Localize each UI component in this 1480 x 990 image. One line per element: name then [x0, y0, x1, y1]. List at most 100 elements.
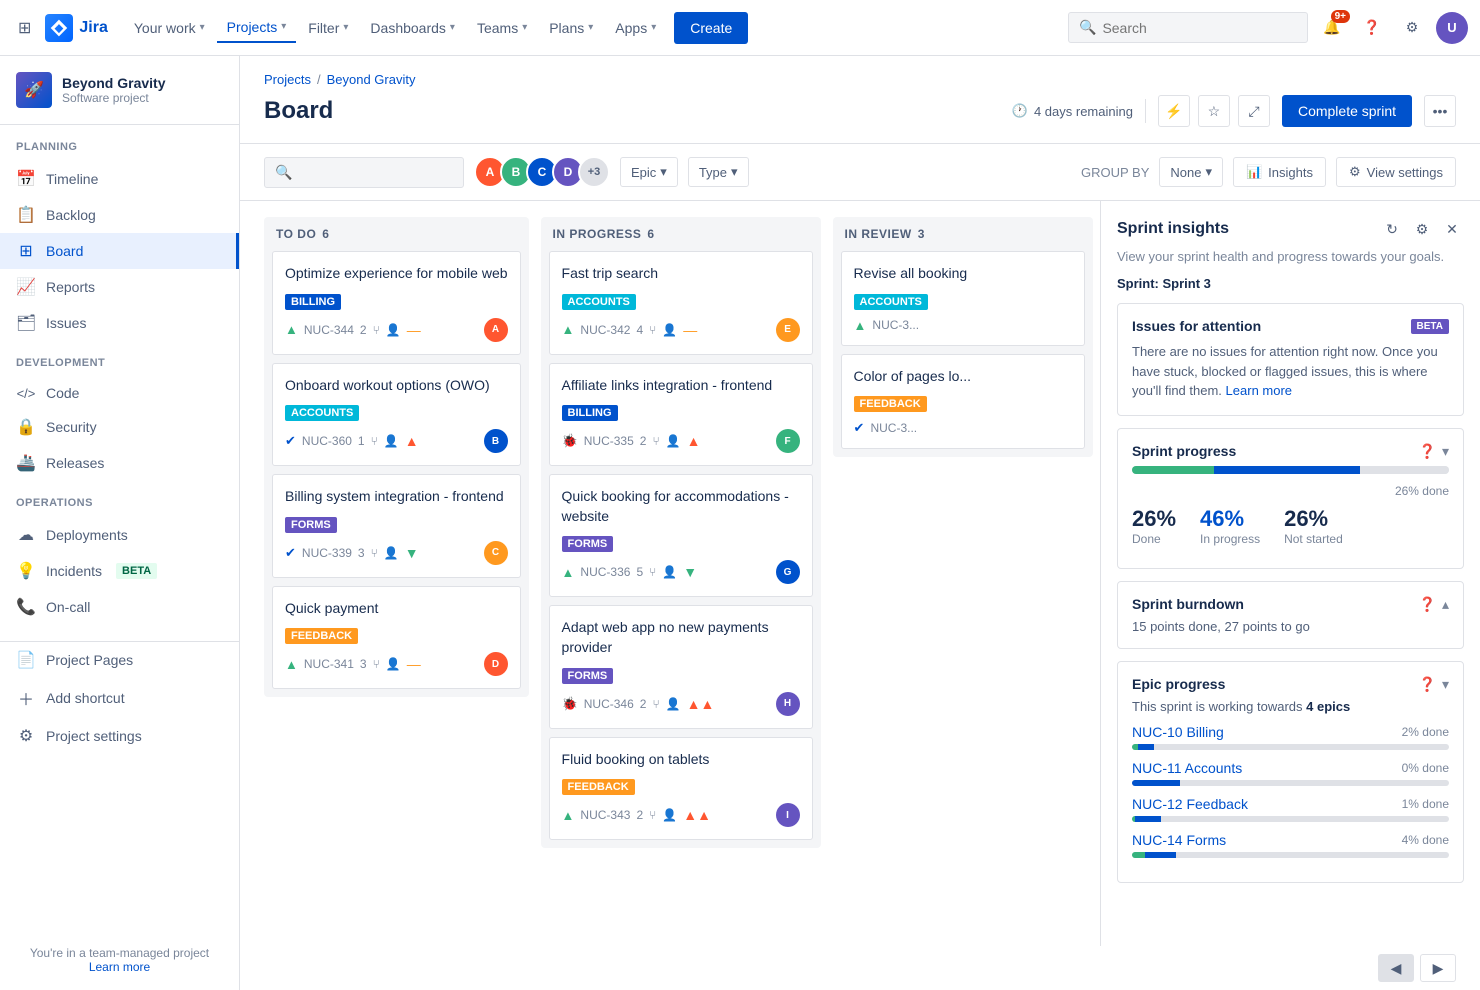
chevron-down-icon: ▾ [1205, 164, 1212, 180]
clock-icon: 🕐 [1012, 103, 1028, 119]
sidebar-item-backlog[interactable]: 📋 Backlog [0, 197, 239, 233]
card-in-review-1[interactable]: Revise all booking ACCOUNTS ▲ NUC-3... [841, 251, 1085, 346]
insights-card-progress: Sprint progress ❓ ▾ 26% done [1117, 428, 1464, 569]
sidebar-item-on-call[interactable]: 📞 On-call [0, 589, 239, 625]
section-planning: PLANNING [0, 125, 239, 161]
top-navigation: ⊞ Jira Your work ▾ Projects ▾ Filter ▾ D… [0, 0, 1480, 56]
insights-card-burndown: Sprint burndown ❓ ▴ 15 points done, 27 p… [1117, 581, 1464, 649]
nav-apps[interactable]: Apps ▾ [605, 14, 666, 42]
sidebar-item-incidents[interactable]: 💡 Incidents BETA [0, 553, 239, 589]
group-by-dropdown[interactable]: None ▾ [1159, 157, 1223, 187]
breadcrumb-projects[interactable]: Projects [264, 72, 311, 87]
chevron-up-icon[interactable]: ▾ [1442, 443, 1449, 460]
sidebar-item-reports[interactable]: 📈 Reports [0, 269, 239, 305]
card-nuc-344[interactable]: Optimize experience for mobile web BILLI… [272, 251, 521, 355]
page-header: Projects / Beyond Gravity Board 🕐 4 days… [240, 56, 1480, 144]
column-in-review: IN REVIEW 3 Revise all booking ACCOUNTS … [833, 217, 1093, 457]
sidebar-label-reports: Reports [46, 279, 95, 295]
column-in-progress: IN PROGRESS 6 Fast trip search ACCOUNTS … [541, 217, 821, 848]
card-nuc-360[interactable]: Onboard workout options (OWO) ACCOUNTS ✔… [272, 363, 521, 467]
story-icon: ▲ [562, 808, 575, 823]
card-nuc-339[interactable]: Billing system integration - frontend FO… [272, 474, 521, 578]
star-button[interactable]: ☆ [1198, 95, 1230, 127]
sidebar-item-add-shortcut[interactable]: ＋ Add shortcut [0, 678, 239, 718]
card-tag: ACCOUNTS [285, 405, 359, 421]
epic-filter-button[interactable]: Epic ▾ [620, 157, 678, 187]
breadcrumb-beyond-gravity[interactable]: Beyond Gravity [327, 72, 416, 87]
insights-panel: Sprint insights ↻ ⚙ ✕ View your sprint h… [1100, 201, 1480, 946]
scroll-left-button[interactable]: ◀ [1378, 954, 1414, 982]
card-num: 2 [640, 434, 647, 448]
search-bar[interactable]: 🔍 [1068, 12, 1308, 43]
lightning-icon-button[interactable]: ⚡ [1158, 95, 1190, 127]
epic-link-nuc10[interactable]: NUC-10 Billing [1132, 724, 1224, 740]
search-input[interactable] [1102, 20, 1297, 36]
sidebar-item-timeline[interactable]: 📅 Timeline [0, 161, 239, 197]
view-settings-button[interactable]: ⚙ View settings [1336, 157, 1456, 187]
beta-badge: BETA [1411, 319, 1449, 334]
branch-icon: ⑂ [652, 697, 659, 711]
card-nuc-341[interactable]: Quick payment FEEDBACK ▲ NUC-341 3 ⑂ 👤 —… [272, 586, 521, 690]
branch-icon: ⑂ [373, 657, 380, 671]
sidebar: 🚀 Beyond Gravity Software project PLANNI… [0, 56, 240, 990]
chevron-up-icon[interactable]: ▴ [1442, 596, 1449, 613]
sidebar-label-board: Board [46, 243, 83, 259]
nav-teams[interactable]: Teams ▾ [467, 14, 537, 42]
learn-more-link[interactable]: Learn more [1226, 383, 1292, 398]
settings-button[interactable]: ⚙ [1396, 12, 1428, 44]
help-button[interactable]: ❓ [1356, 12, 1388, 44]
more-options-button[interactable]: ••• [1424, 95, 1456, 127]
column-count-in-review: 3 [918, 227, 925, 241]
scroll-right-button[interactable]: ▶ [1420, 954, 1456, 982]
sidebar-item-releases[interactable]: 🚢 Releases [0, 445, 239, 481]
avatar-count[interactable]: +3 [578, 156, 610, 188]
nav-plans[interactable]: Plans ▾ [539, 14, 603, 42]
chevron-down-icon: ▾ [343, 22, 348, 33]
epic-link-nuc14[interactable]: NUC-14 Forms [1132, 832, 1226, 848]
epic-link-nuc11[interactable]: NUC-11 Accounts [1132, 760, 1242, 776]
sidebar-item-board[interactable]: ⊞ Board [0, 233, 239, 269]
close-icon-button[interactable]: ✕ [1440, 217, 1464, 241]
card-id: NUC-336 [580, 565, 630, 579]
card-nuc-336[interactable]: Quick booking for accommodations - websi… [549, 474, 813, 597]
insights-panel-desc: View your sprint health and progress tow… [1117, 249, 1464, 264]
board-search-input[interactable] [298, 164, 453, 180]
nav-projects[interactable]: Projects ▾ [217, 13, 297, 43]
board-columns: TO DO 6 Optimize experience for mobile w… [240, 201, 1100, 946]
create-button[interactable]: Create [674, 12, 748, 44]
insights-button[interactable]: 📊 Insights [1233, 157, 1326, 187]
card-nuc-343[interactable]: Fluid booking on tablets FEEDBACK ▲ NUC-… [549, 737, 813, 841]
card-nuc-335[interactable]: Affiliate links integration - frontend B… [549, 363, 813, 467]
settings-icon-button[interactable]: ⚙ [1410, 217, 1434, 241]
sidebar-item-issues[interactable]: 🗂 Issues [0, 305, 239, 341]
person-icon: 👤 [662, 565, 677, 579]
board-search[interactable]: 🔍 [264, 157, 464, 188]
chevron-down-icon[interactable]: ▾ [1442, 676, 1449, 693]
project-type: Software project [62, 91, 165, 105]
nav-logo[interactable]: Jira [45, 14, 107, 42]
type-filter-button[interactable]: Type ▾ [688, 157, 749, 187]
complete-sprint-button[interactable]: Complete sprint [1282, 95, 1412, 127]
card-tag: FEEDBACK [854, 396, 927, 412]
epic-card-title: Epic progress [1132, 676, 1225, 692]
sidebar-item-project-settings[interactable]: ⚙ Project settings [0, 718, 239, 754]
notifications-button[interactable]: 🔔 9+ [1316, 12, 1348, 44]
sidebar-item-code[interactable]: </> Code [0, 377, 239, 409]
grid-icon[interactable]: ⊞ [12, 12, 37, 44]
nav-dashboards[interactable]: Dashboards ▾ [360, 14, 465, 42]
epic-link-nuc12[interactable]: NUC-12 Feedback [1132, 796, 1248, 812]
nav-your-work[interactable]: Your work ▾ [124, 14, 215, 42]
nav-filter[interactable]: Filter ▾ [298, 14, 358, 42]
card-in-review-2[interactable]: Color of pages lo... FEEDBACK ✔ NUC-3... [841, 354, 1085, 450]
sidebar-footer-link[interactable]: Learn more [16, 960, 223, 974]
user-avatar[interactable]: U [1436, 12, 1468, 44]
card-nuc-342[interactable]: Fast trip search ACCOUNTS ▲ NUC-342 4 ⑂ … [549, 251, 813, 355]
sidebar-item-security[interactable]: 🔒 Security [0, 409, 239, 445]
refresh-icon-button[interactable]: ↻ [1380, 217, 1404, 241]
fullscreen-button[interactable]: ⤢ [1238, 95, 1270, 127]
sidebar-project[interactable]: 🚀 Beyond Gravity Software project [0, 56, 239, 125]
epic-intro-text: This sprint is working towards 4 epics [1132, 699, 1449, 714]
sidebar-item-deployments[interactable]: ☁ Deployments [0, 517, 239, 553]
card-nuc-346[interactable]: Adapt web app no new payments provider F… [549, 605, 813, 728]
sidebar-item-project-pages[interactable]: 📄 Project Pages [0, 642, 239, 678]
